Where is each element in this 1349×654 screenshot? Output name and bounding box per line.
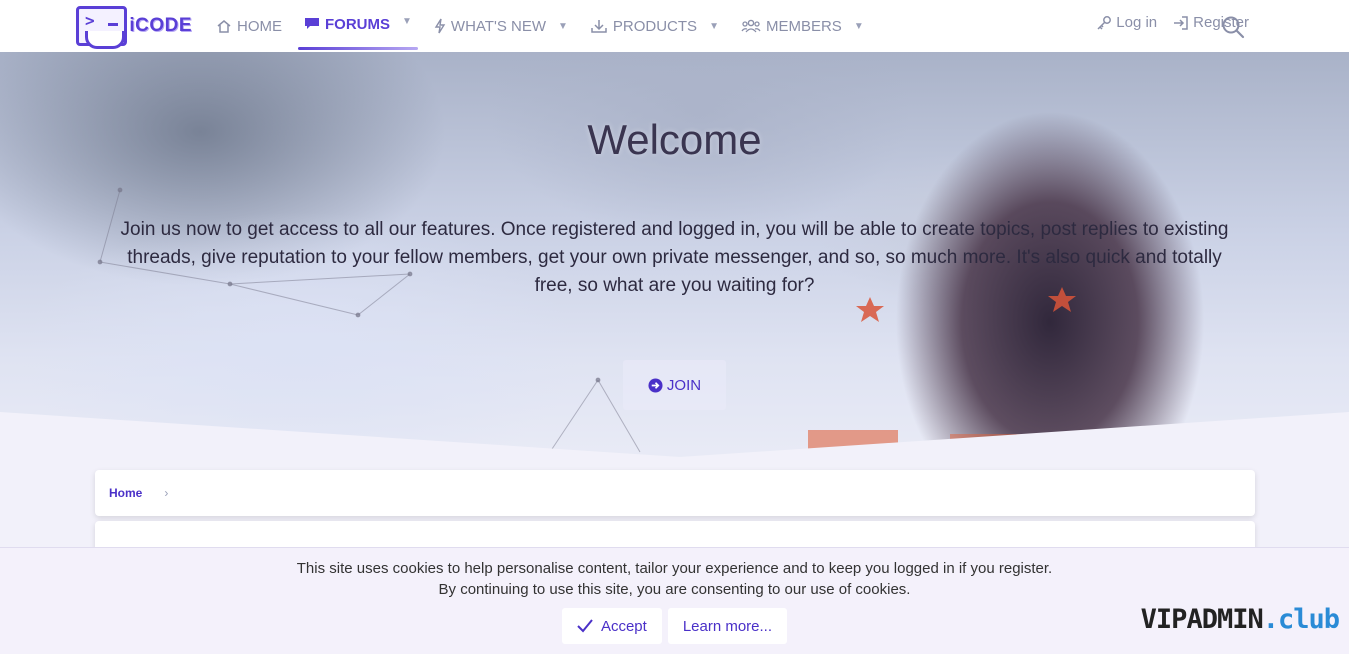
welcome-text: Join us now to get access to all our fea… <box>120 219 1229 296</box>
watermark: VIPADMIN.club <box>1140 604 1340 635</box>
cookie-text-line-1: This site uses cookies to help personali… <box>296 560 1053 577</box>
arrow-circle-right-icon <box>648 377 663 393</box>
nav-whats-new[interactable]: WHAT'S NEW ▼ <box>428 0 574 52</box>
breadcrumb-home[interactable]: Home <box>109 486 142 500</box>
join-label: JOIN <box>666 376 702 394</box>
sign-in-icon <box>1174 15 1188 30</box>
welcome-title: Welcome <box>587 116 762 163</box>
accept-label: Accept <box>600 617 647 635</box>
watermark-suffix: .club <box>1262 604 1340 635</box>
site-logo[interactable]: > iCODE <box>76 4 192 49</box>
comment-icon <box>305 18 319 29</box>
nav-home[interactable]: HOME <box>210 0 288 52</box>
top-navbar: > iCODE HOME FORUMS ▼ WHAT'S NEW ▼ PRODU… <box>0 0 1349 52</box>
download-icon <box>591 19 607 33</box>
main-nav: HOME FORUMS ▼ WHAT'S NEW ▼ PRODUCTS ▼ ME… <box>210 0 880 52</box>
chevron-right-icon: › <box>164 486 169 500</box>
nav-home-label: HOME <box>237 17 282 35</box>
search-button[interactable] <box>1221 15 1245 44</box>
bolt-icon <box>434 18 446 34</box>
breadcrumb: Home › <box>95 470 1255 516</box>
learn-more-button[interactable]: Learn more... <box>667 608 788 644</box>
learn-more-label: Learn more... <box>682 617 773 635</box>
join-button[interactable]: JOIN <box>623 360 726 410</box>
home-icon <box>217 19 231 33</box>
nav-members[interactable]: MEMBERS ▼ <box>735 0 870 52</box>
logo-text: iCODE <box>129 15 192 36</box>
key-icon <box>1097 15 1112 30</box>
cookie-notice: This site uses cookies to help personali… <box>0 547 1349 654</box>
nav-products[interactable]: PRODUCTS ▼ <box>584 0 725 52</box>
chevron-down-icon[interactable]: ▼ <box>854 21 864 32</box>
cookie-text: This site uses cookies to help personali… <box>0 558 1349 600</box>
watermark-main: VIPADMIN <box>1140 604 1264 635</box>
cookie-text-line-2: By continuing to use this site, you are … <box>438 581 911 598</box>
nav-whats-new-label: WHAT'S NEW <box>450 17 546 35</box>
nav-products-label: PRODUCTS <box>612 17 698 35</box>
chevron-down-icon[interactable]: ▼ <box>709 21 719 32</box>
nav-forums-label: FORUMS <box>325 16 390 33</box>
nav-forums[interactable]: FORUMS ▼ <box>298 0 418 52</box>
check-icon <box>577 619 593 633</box>
login-link[interactable]: Log in <box>1096 14 1157 31</box>
accept-cookies-button[interactable]: Accept <box>561 608 662 644</box>
login-label: Log in <box>1116 14 1158 31</box>
hero-banner: Welcome Join us now to get access to all… <box>0 52 1349 462</box>
chevron-down-icon[interactable]: ▼ <box>558 21 568 32</box>
chevron-down-icon[interactable]: ▼ <box>402 16 412 27</box>
logo-icon: > <box>76 6 128 49</box>
nav-members-label: MEMBERS <box>765 17 842 35</box>
hero-bottom-curve <box>0 412 1349 462</box>
search-icon <box>1222 16 1245 39</box>
users-icon <box>741 19 761 33</box>
